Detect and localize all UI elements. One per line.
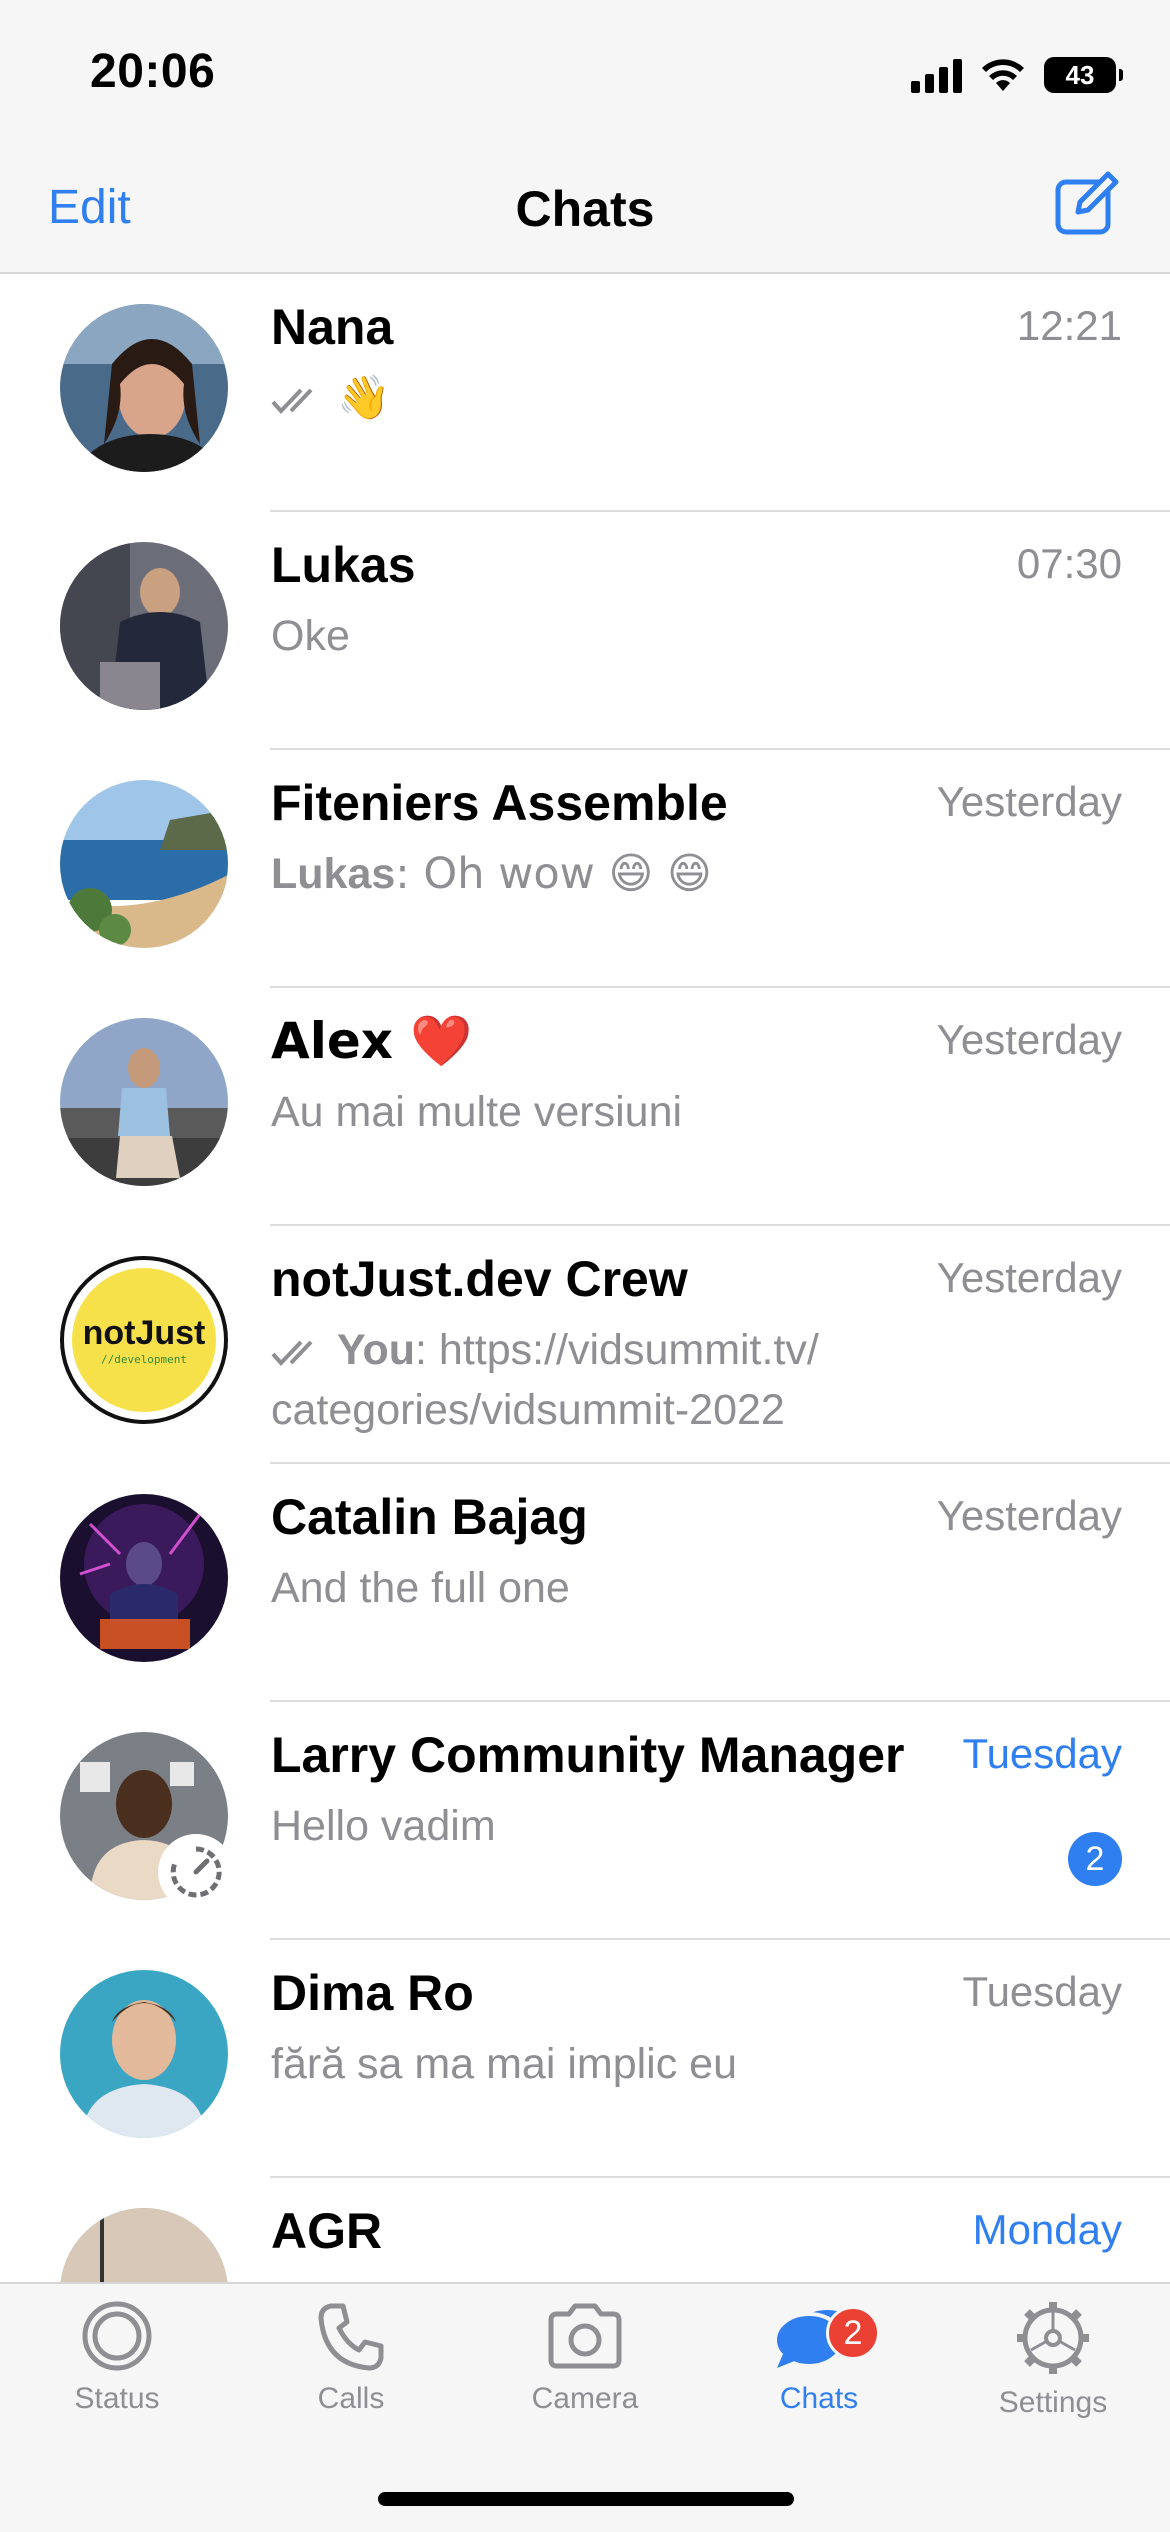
disappearing-messages-badge: [158, 1834, 234, 1910]
tab-bar: Status Calls Camera Chats 2 Settings: [0, 2282, 1170, 2532]
chats-screen: 20:06 43 Edit Chats Nana 12:21 👋 Lukas 0…: [0, 0, 1170, 2532]
status-time: 20:06: [90, 45, 216, 98]
chat-name: notJust.dev Crew: [271, 1251, 688, 1307]
timer-icon: [170, 1846, 222, 1898]
chat-row-fiteniers-assemble[interactable]: Fiteniers Assemble Yesterday Lukas: Oh w…: [0, 750, 1170, 988]
avatar: [60, 1018, 228, 1186]
preview-sender: Lukas: [271, 850, 396, 898]
chat-preview: fără sa ma mai implic eu: [271, 2040, 737, 2088]
chat-name: Larry Community Manager: [271, 1727, 905, 1783]
chat-name: Fiteniers Assemble: [271, 775, 728, 831]
chat-row-lukas[interactable]: Lukas 07:30 Oke: [0, 512, 1170, 750]
tab-chats[interactable]: Chats 2: [702, 2298, 936, 2468]
wifi-icon: [982, 59, 1024, 91]
chat-time: 07:30: [1016, 540, 1122, 587]
chat-name: Alex ❤️: [271, 1012, 473, 1070]
chat-preview: Oke: [271, 612, 350, 660]
page-title: Chats: [515, 181, 655, 237]
home-indicator: [378, 2492, 794, 2506]
avatar: [60, 542, 228, 710]
phone-icon: [318, 2303, 384, 2371]
double-check-icon: [271, 388, 313, 414]
cellular-signal-icon: [911, 57, 962, 93]
chat-preview: Lukas: Oh wow 😄 😄: [271, 844, 891, 904]
chat-name: AGR: [271, 2203, 383, 2259]
camera-icon: [548, 2303, 622, 2369]
tab-camera[interactable]: Camera: [468, 2298, 702, 2468]
chat-list: Nana 12:21 👋 Lukas 07:30 Oke Fiteniers A…: [0, 274, 1170, 2416]
tab-label: Settings: [998, 2386, 1108, 2419]
status-icon: [82, 2301, 152, 2371]
chat-row-dima-ro[interactable]: Dima Ro Tuesday fără sa ma mai implic eu: [0, 1940, 1170, 2178]
chat-time: Tuesday: [962, 1730, 1122, 1777]
avatar: [60, 304, 228, 472]
chat-preview: 👋: [271, 368, 891, 428]
chat-preview: You: https://vidsummit.tv/ categories/vi…: [271, 1320, 891, 1440]
chat-time: Monday: [972, 2206, 1122, 2253]
compose-icon[interactable]: [1052, 168, 1122, 238]
chat-row-catalin-bajag[interactable]: Catalin Bajag Yesterday And the full one: [0, 1464, 1170, 1702]
chat-row-notjust-dev-crew[interactable]: notJust //development notJust.dev Crew Y…: [0, 1226, 1170, 1464]
tab-status[interactable]: Status: [0, 2298, 234, 2468]
tab-badge: 2: [826, 2306, 880, 2360]
double-check-icon: [271, 1340, 313, 1366]
gear-icon: [1017, 2302, 1089, 2374]
chat-preview: And the full one: [271, 1564, 570, 1612]
logo-subtext: //development: [100, 1353, 188, 1366]
unread-count-badge: 2: [1068, 1832, 1122, 1886]
status-icons: 43: [911, 50, 1123, 100]
chat-row-nana[interactable]: Nana 12:21 👋: [0, 274, 1170, 512]
preview-sender: You: [337, 1326, 416, 1374]
avatar: [60, 1970, 228, 2138]
logo-text: notJust: [82, 1314, 206, 1352]
chat-name: Dima Ro: [271, 1965, 474, 2021]
avatar: [60, 1494, 228, 1662]
tab-settings[interactable]: Settings: [936, 2298, 1170, 2468]
tab-calls[interactable]: Calls: [234, 2298, 468, 2468]
edit-button[interactable]: Edit: [48, 180, 131, 235]
chat-name: Nana: [271, 299, 394, 355]
chat-preview: Au mai multe versiuni: [271, 1088, 683, 1136]
preview-text: : Oh wow 😄 😄: [395, 849, 712, 899]
top-bar: 20:06 43 Edit Chats: [0, 0, 1170, 274]
tab-label: Camera: [531, 2382, 639, 2415]
chat-time: Yesterday: [936, 1016, 1122, 1063]
chat-name: Lukas: [271, 537, 416, 593]
chat-name: Catalin Bajag: [271, 1489, 588, 1545]
tab-label: Calls: [317, 2382, 385, 2415]
preview-text: 👋: [337, 373, 391, 423]
chat-time: Yesterday: [936, 1492, 1122, 1539]
battery-icon: 43: [1044, 57, 1123, 93]
notjust-logo: notJust //development: [72, 1268, 216, 1412]
chat-time: Tuesday: [962, 1968, 1122, 2015]
avatar: [60, 780, 228, 948]
chat-preview: Hello vadim: [271, 1802, 496, 1850]
tab-label: Status: [74, 2382, 160, 2415]
chat-time: 12:21: [1016, 302, 1122, 349]
chat-row-alex[interactable]: Alex ❤️ Yesterday Au mai multe versiuni: [0, 988, 1170, 1226]
chat-time: Yesterday: [936, 778, 1122, 825]
avatar: notJust //development: [60, 1256, 228, 1424]
tab-label: Chats: [779, 2382, 859, 2415]
chat-row-larry-community-manager[interactable]: Larry Community Manager Tuesday Hello va…: [0, 1702, 1170, 1940]
chat-time: Yesterday: [936, 1254, 1122, 1301]
